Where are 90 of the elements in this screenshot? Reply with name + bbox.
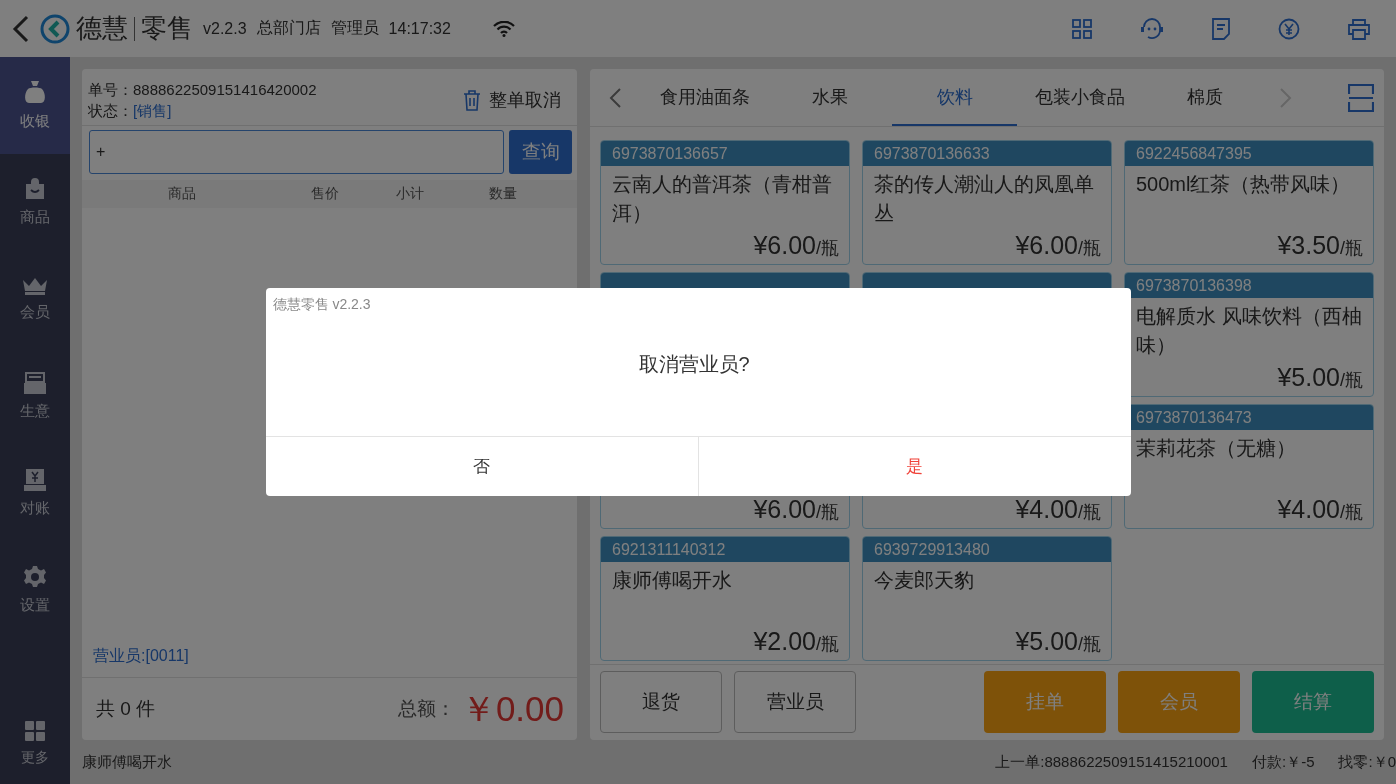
product-price: ¥5.00/瓶 [1015,627,1101,656]
product-name: 茶的传人潮汕人的凤凰单丛 [874,173,1094,224]
clock: 14:17:32 [388,19,451,38]
app-version: v2.2.3 [203,19,247,38]
column-header: 小计 [396,185,424,201]
product-card[interactable]: 6939729913480 今麦郎天豹 ¥5.00/瓶 [862,536,1112,661]
logo-icon [40,13,70,44]
product-name: 云南人的普洱茶（青柑普洱） [612,173,832,224]
previous-icon[interactable] [608,86,622,109]
change-amount: 找零:￥0 [1338,752,1396,772]
product-card[interactable]: 6973870136657 云南人的普洱茶（青柑普洱） ¥6.00/瓶 [600,140,850,265]
product-card[interactable]: 6973870136633 茶的传人潮汕人的凤凰单丛 ¥6.00/瓶 [862,140,1112,265]
grid-icon[interactable] [1072,18,1092,39]
product-code: 6973870136398 [1136,275,1252,296]
sidebar-item[interactable]: 对账 [0,445,70,542]
total-label: 总额： [397,697,455,721]
item-count: 共 0 件 [96,697,156,721]
product-price: ¥6.00/瓶 [1015,231,1101,260]
column-header: 售价 [310,185,339,201]
dialog-message: 取消营业员? [638,351,750,377]
product-code: 6921311140312 [612,539,726,560]
drawer-icon [24,372,46,394]
printer-icon[interactable] [1348,17,1370,40]
action-button[interactable]: 营业员 [734,671,856,733]
product-price: ¥2.00/瓶 [753,627,839,656]
product-card[interactable]: 6973870136398 电解质水 风味饮料（西柚味） ¥5.00/瓶 [1124,272,1374,397]
document-icon[interactable] [1212,17,1230,40]
category-tab[interactable]: 水果 [767,69,892,126]
product-name: 500ml红茶（热带风味） [1136,173,1351,195]
product-code: 6939729913480 [874,539,990,560]
shopping-bag-icon [24,178,46,200]
last-order: 上一单:8888622509151415210001 [995,752,1228,772]
product-price: ¥6.00/瓶 [753,231,839,260]
cancel-order-button[interactable]: 整单取消 [463,88,561,112]
wifi-icon [492,20,515,37]
more-item[interactable]: 更多 [0,704,70,784]
grid-icon [25,721,45,741]
column-header: 商品 [168,185,196,201]
product-price: ¥6.00/瓶 [753,495,839,524]
user-role: 管理员 [330,18,379,38]
product-price: ¥5.00/瓶 [1277,363,1363,392]
product-card[interactable]: 6973870136473 茉莉花茶（无糖） ¥4.00/瓶 [1124,404,1374,529]
product-price: ¥3.50/瓶 [1277,231,1363,260]
sidebar-item[interactable]: 商品 [0,154,70,251]
sidebar-item[interactable]: 会员 [0,251,70,348]
order-number: 单号：8888622509151416420002 [88,81,317,98]
category-tab[interactable]: 饮料 [892,69,1017,126]
query-button[interactable]: 查询 [509,130,572,174]
product-name: 茉莉花茶（无糖） [1136,437,1296,459]
paid-amount: 付款:￥-5 [1251,752,1315,772]
search-field[interactable]: + [89,130,505,174]
product-code: 6973870136657 [612,143,728,164]
category-tab[interactable]: 食用油面条 [642,69,767,126]
sidebar-item[interactable]: 收银 [0,57,70,154]
back-icon[interactable] [12,14,30,43]
total-amount: ￥0.00 [460,687,564,730]
product-name: 零售 [141,12,193,45]
sidebar-item[interactable]: 生意 [0,348,70,445]
product-name: 康师傅喝开水 [612,569,732,591]
cash-register-icon [24,469,46,491]
product-card[interactable]: 6921311140312 康师傅喝开水 ¥2.00/瓶 [600,536,850,661]
last-item: 康师傅喝开水 [82,752,172,772]
money-bag-icon [24,80,46,104]
column-header: 数量 [489,185,517,201]
dialog-button[interactable]: 是 [697,437,1131,496]
dialog-title: 德慧零售 v2.2.3 [272,296,371,312]
brand-name: 德慧 [76,12,128,45]
product-code: 6973870136633 [874,143,990,164]
chat-icon[interactable] [1140,17,1164,40]
order-status: [销售] [133,102,172,119]
product-price: ¥4.00/瓶 [1277,495,1363,524]
expand-icon[interactable] [1348,83,1374,112]
category-tab[interactable]: 棉质 [1142,69,1267,126]
dialog-button[interactable]: 否 [265,437,698,496]
product-code: 6922456847395 [1136,143,1252,164]
product-code: 6973870136473 [1136,407,1252,428]
category-tab[interactable]: 包装小食品 [1017,69,1142,126]
sidebar-item[interactable]: 设置 [0,542,70,639]
settings-icon [24,566,46,588]
product-card[interactable]: 6922456847395 500ml红茶（热带风味） ¥3.50/瓶 [1124,140,1374,265]
crown-icon [22,277,48,295]
store-name: 总部门店 [256,18,321,38]
yen-icon[interactable] [1278,17,1300,40]
clerk-label: 营业员:[0011] [93,647,189,664]
action-button[interactable]: 退货 [600,671,722,733]
trash-icon [463,89,481,111]
product-price: ¥4.00/瓶 [1015,495,1101,524]
status-label: 状态： [88,102,133,119]
product-name: 电解质水 风味饮料（西柚味） [1136,305,1362,356]
product-name: 今麦郎天豹 [874,569,974,591]
